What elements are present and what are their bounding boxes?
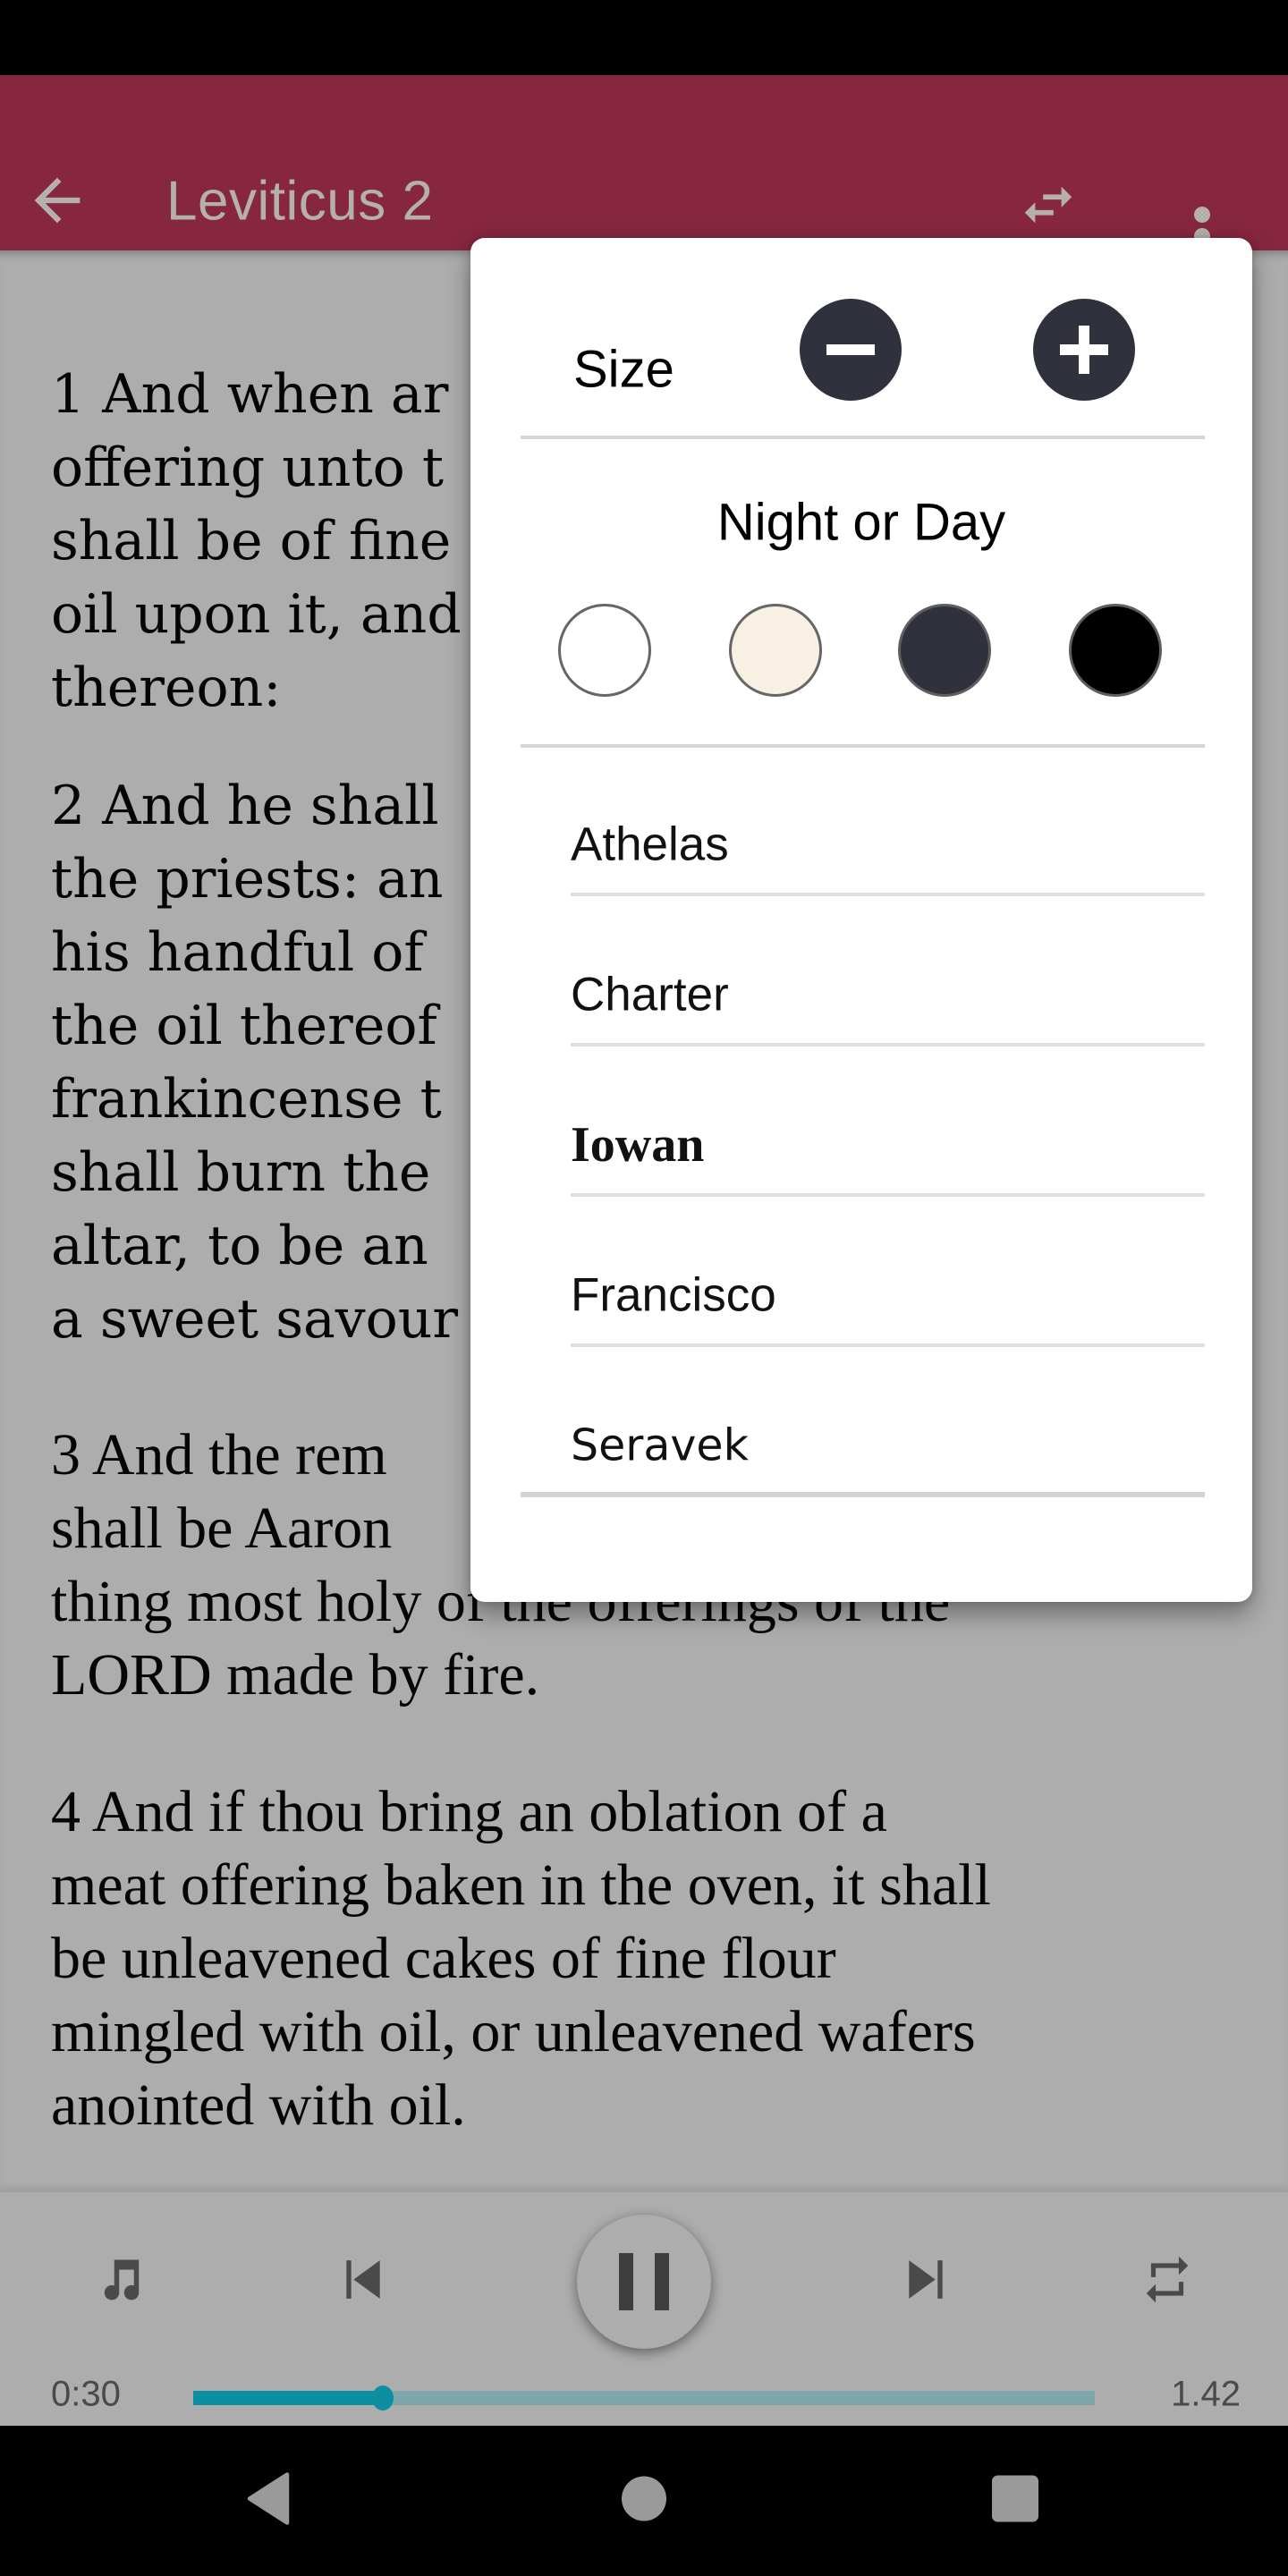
total-time: 1.42 — [1171, 2374, 1241, 2414]
font-option-charter[interactable]: Charter — [470, 896, 1252, 1046]
font-option-athelas[interactable]: Athelas — [470, 746, 1252, 896]
pause-button[interactable] — [577, 2215, 711, 2349]
decrease-size-button[interactable] — [800, 299, 902, 401]
nav-recents-icon — [992, 2475, 1038, 2522]
page-title: Leviticus 2 — [166, 170, 434, 233]
verse-line: LORD made by fire. — [51, 1642, 540, 1707]
nav-back-button[interactable] — [244, 2472, 292, 2530]
arrow-left-icon — [34, 177, 80, 224]
divider — [521, 1492, 1205, 1497]
font-option-label: Iowan — [571, 1117, 705, 1173]
font-option-iowan[interactable]: Iowan — [470, 1046, 1252, 1197]
nav-back-icon — [247, 2472, 290, 2525]
repeat-button[interactable] — [1140, 2252, 1195, 2312]
skip-next-icon — [909, 2260, 943, 2299]
skip-next-button[interactable] — [897, 2251, 954, 2313]
nav-home-button[interactable] — [622, 2476, 666, 2526]
divider — [521, 436, 1205, 439]
verse-4: 4 And if thou bring an oblation of a mea… — [51, 1775, 1250, 2142]
font-option-francisco[interactable]: Francisco — [470, 1197, 1252, 1347]
font-option-label: Athelas — [571, 818, 729, 871]
theme-label: Night or Day — [716, 493, 1006, 552]
display-settings-popup: Size Night or Day Athelas Charter Iowan … — [470, 238, 1252, 1602]
verse-line: anointed with oil. — [51, 2072, 466, 2138]
skip-previous-button[interactable] — [335, 2251, 392, 2313]
audio-player: 0:30 1.42 — [0, 2190, 1288, 2426]
size-label: Size — [573, 340, 674, 399]
progress-fill — [193, 2391, 383, 2405]
app-bar: Leviticus 2 — [0, 75, 1288, 266]
font-option-label: Seravek — [571, 1419, 749, 1471]
nav-home-icon — [622, 2476, 666, 2521]
progress-slider[interactable] — [193, 2385, 1095, 2411]
swap-button[interactable] — [1013, 174, 1084, 236]
repeat-icon — [1146, 2256, 1189, 2303]
theme-swatch-dark-slate[interactable] — [898, 604, 991, 697]
music-note-icon — [104, 2259, 140, 2301]
increase-size-button[interactable] — [1033, 299, 1135, 401]
verse-line: meat offering baken in the oven, it shal… — [51, 1852, 991, 1918]
font-option-label: Francisco — [571, 1268, 776, 1322]
theme-swatch-white[interactable] — [558, 604, 651, 697]
progress-thumb[interactable] — [371, 2385, 394, 2411]
verse-line: 4 And if thou bring an oblation of a — [51, 1779, 887, 1844]
status-bar — [0, 0, 1288, 75]
theme-swatch-black[interactable] — [1069, 604, 1162, 697]
playlist-button[interactable] — [92, 2250, 151, 2314]
swap-horizontal-icon — [1024, 186, 1072, 224]
font-list: Athelas Charter Iowan Francisco Seravek — [470, 746, 1252, 1497]
font-option-seravek[interactable]: Seravek — [470, 1347, 1252, 1497]
back-button[interactable] — [23, 166, 91, 234]
verse-line: mingled with oil, or unleavened wafers — [51, 1999, 976, 2064]
system-navigation-bar — [0, 2426, 1288, 2576]
skip-previous-icon — [346, 2260, 380, 2299]
nav-recents-button[interactable] — [992, 2475, 1038, 2527]
pause-icon — [619, 2253, 669, 2310]
font-option-label: Charter — [571, 968, 729, 1021]
verse-line: be unleavened cakes of fine flour — [51, 1926, 836, 1991]
theme-swatch-sepia[interactable] — [729, 604, 822, 697]
current-time: 0:30 — [51, 2374, 121, 2414]
